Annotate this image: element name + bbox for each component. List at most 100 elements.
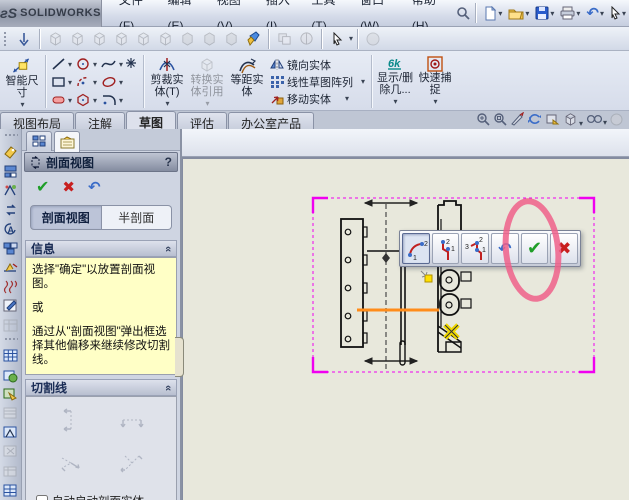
drop-view-icon[interactable] bbox=[14, 29, 34, 49]
undo-button[interactable]: ↶ bbox=[88, 178, 101, 196]
swap-arrows-icon[interactable] bbox=[2, 201, 20, 218]
balloon-tool-icon[interactable] bbox=[2, 163, 20, 180]
hatch-tool-icon[interactable] bbox=[2, 278, 20, 295]
popup-ok-button[interactable]: ✔ bbox=[520, 233, 549, 264]
popup-cancel-button[interactable]: ✖ bbox=[550, 233, 579, 264]
property-manager-tab[interactable] bbox=[54, 131, 80, 152]
tab-sketch[interactable]: 草图 bbox=[126, 111, 177, 130]
dropdown-icon[interactable]: ▾ bbox=[361, 77, 365, 86]
edit-sketch-tool-icon[interactable] bbox=[2, 297, 20, 314]
rectangle-tool[interactable]: ▾ bbox=[49, 73, 74, 91]
dropdown-icon[interactable]: ▾ bbox=[600, 9, 604, 18]
tab-annotation[interactable]: 注解 bbox=[75, 112, 126, 131]
dropdown-icon[interactable]: ▾ bbox=[68, 60, 72, 69]
table-icon[interactable] bbox=[2, 347, 20, 364]
auto-start-section-checkbox[interactable] bbox=[36, 495, 48, 500]
hole-table-icon[interactable] bbox=[2, 367, 20, 384]
select-button[interactable]: ▾ bbox=[608, 3, 628, 23]
note-a-icon[interactable]: A bbox=[2, 220, 20, 237]
point-tool[interactable] bbox=[125, 53, 140, 110]
save-button[interactable]: ▾ bbox=[533, 3, 556, 23]
dropdown-icon[interactable]: ▾ bbox=[68, 78, 72, 87]
general-table-icon[interactable] bbox=[2, 482, 20, 499]
toolbar-grip[interactable] bbox=[3, 29, 10, 48]
dropdown-icon[interactable]: ▾ bbox=[93, 78, 97, 87]
dropdown-icon[interactable]: ▾ bbox=[349, 34, 353, 43]
display-delete-relations-button[interactable]: 6k 显示/删除几... ▾ bbox=[375, 53, 415, 110]
trim-entities-button[interactable]: 剪裁实体(T) ▾ bbox=[147, 53, 187, 110]
dropdown-icon[interactable]: ▾ bbox=[119, 78, 123, 87]
smart-dimension-button[interactable]: 智能尺寸 ▾ bbox=[2, 53, 42, 110]
surface-finish-icon[interactable] bbox=[2, 182, 20, 199]
dropdown-icon[interactable]: ▾ bbox=[166, 99, 170, 108]
tab-evaluate[interactable]: 评估 bbox=[177, 112, 228, 131]
dropdown-icon[interactable]: ▾ bbox=[93, 96, 97, 105]
hide-show-items-icon[interactable]: ▾ bbox=[586, 113, 607, 128]
auto-start-section-checkbox-row[interactable]: 自动启动剖面实体 bbox=[26, 491, 176, 500]
dropdown-icon[interactable]: ▾ bbox=[622, 9, 626, 18]
dropdown-icon[interactable]: ▾ bbox=[119, 60, 123, 69]
offset-entities-button[interactable]: 等距实体 bbox=[227, 53, 267, 110]
view-settings-icon[interactable] bbox=[545, 112, 560, 129]
dropdown-icon[interactable]: ▾ bbox=[93, 60, 97, 69]
select-cursor-icon[interactable] bbox=[327, 29, 347, 49]
ok-button[interactable]: ✔ bbox=[36, 177, 49, 197]
search-icon[interactable] bbox=[455, 3, 472, 23]
popup-undo-button[interactable]: ↶ bbox=[491, 233, 519, 264]
polygon-tool[interactable]: ▾ bbox=[74, 91, 99, 109]
mode-tab-section-view[interactable]: 剖面视图 bbox=[30, 205, 102, 230]
toolbar-grip[interactable] bbox=[3, 336, 18, 345]
tab-office-products[interactable]: 办公室产品 bbox=[228, 112, 315, 131]
annotation-table-icon[interactable] bbox=[2, 424, 20, 441]
zoom-area-icon[interactable] bbox=[493, 112, 507, 129]
dropdown-icon[interactable]: ▾ bbox=[119, 96, 123, 105]
toolbar-grip[interactable] bbox=[3, 133, 18, 141]
mirror-entities-button[interactable]: 镜向实体 bbox=[267, 56, 368, 73]
feature-tree-tab[interactable] bbox=[26, 131, 52, 151]
message-section-header[interactable]: 信息 « bbox=[25, 240, 177, 257]
cancel-button[interactable]: ✖ bbox=[62, 178, 75, 196]
undo-button[interactable]: ↶ ▾ bbox=[584, 1, 606, 25]
left-plate-part[interactable] bbox=[340, 218, 368, 348]
quick-snaps-button[interactable]: 快速捕捉 ▾ bbox=[415, 53, 455, 110]
move-entities-button[interactable]: 移动实体 ▾ bbox=[267, 90, 368, 107]
dropdown-icon[interactable]: ▾ bbox=[579, 119, 583, 128]
slot-tool[interactable]: ▾ bbox=[49, 91, 74, 109]
view-selection-border[interactable] bbox=[312, 197, 595, 373]
dropdown-icon[interactable]: ▾ bbox=[550, 9, 554, 18]
weld-symbol-icon[interactable] bbox=[2, 259, 20, 276]
note-tool-icon[interactable] bbox=[2, 144, 20, 161]
dropdown-icon[interactable]: ▾ bbox=[576, 9, 580, 18]
tab-view-layout[interactable]: 视图布局 bbox=[0, 112, 75, 131]
appearance-icon[interactable] bbox=[243, 29, 263, 49]
double-offset-button[interactable]: 3 2 1 bbox=[461, 233, 490, 264]
line-tool[interactable]: ▾ bbox=[49, 55, 74, 73]
spline-tool[interactable]: ▾ bbox=[99, 55, 125, 73]
dropdown-icon[interactable]: ▾ bbox=[68, 96, 72, 105]
new-document-button[interactable]: ▾ bbox=[481, 3, 504, 24]
rotate-view-icon[interactable] bbox=[527, 112, 542, 129]
dropdown-icon[interactable]: ▾ bbox=[434, 97, 438, 106]
ellipse-tool[interactable]: ▾ bbox=[99, 73, 125, 91]
circle-tool[interactable]: ▾ bbox=[74, 55, 99, 73]
help-icon[interactable]: ? bbox=[165, 155, 172, 169]
dropdown-icon[interactable]: ▾ bbox=[394, 97, 398, 106]
arc-offset-button[interactable]: 1 2 bbox=[402, 233, 430, 264]
dropdown-icon[interactable]: ▾ bbox=[498, 9, 502, 18]
cutting-line-section-header[interactable]: 切割线 « bbox=[25, 379, 177, 396]
single-offset-button[interactable]: 2 1 bbox=[431, 233, 460, 264]
bom-table-icon[interactable] bbox=[2, 386, 20, 403]
collapse-chevron-icon[interactable]: « bbox=[162, 384, 174, 390]
print-button[interactable]: ▾ bbox=[558, 3, 582, 23]
open-document-button[interactable]: ▾ bbox=[506, 3, 531, 23]
dropdown-icon[interactable]: ▾ bbox=[345, 94, 349, 103]
drawing-canvas[interactable]: 1 2 2 1 3 2 1 ↶ ✔ ✖ bbox=[182, 157, 629, 500]
dropdown-icon[interactable]: ▾ bbox=[525, 9, 529, 18]
panel-collapse-handle[interactable] bbox=[175, 337, 184, 377]
dropdown-icon[interactable]: ▾ bbox=[20, 100, 24, 109]
zoom-fit-icon[interactable] bbox=[476, 112, 490, 129]
arc-tool[interactable]: ▾ bbox=[74, 73, 99, 91]
dropdown-icon[interactable]: ▾ bbox=[603, 118, 607, 127]
fillet-tool[interactable]: ▾ bbox=[99, 91, 125, 109]
blocks-icon[interactable] bbox=[2, 240, 20, 257]
